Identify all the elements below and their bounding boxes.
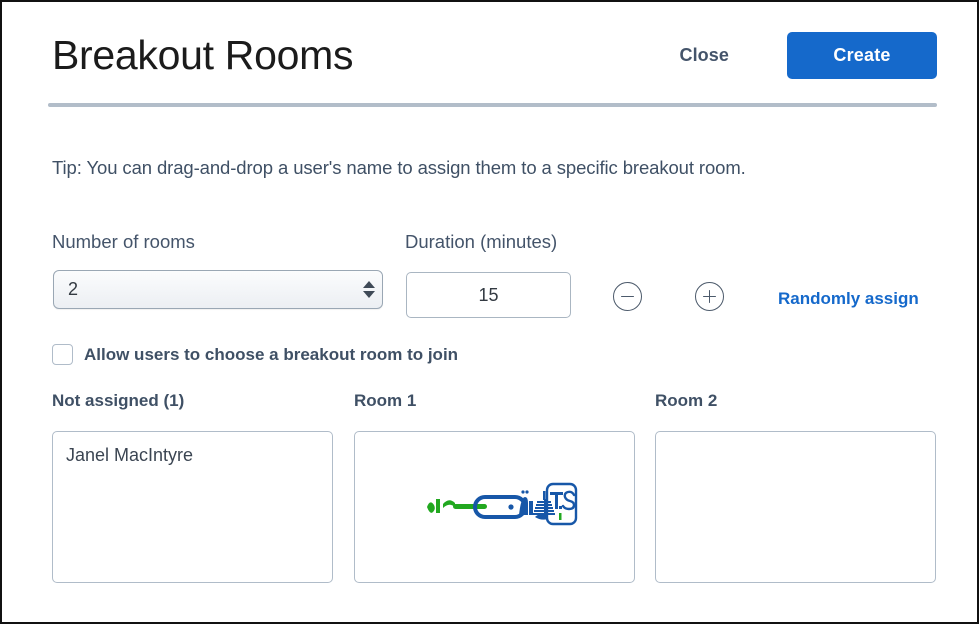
column-heading-room-1: Room 1 — [354, 391, 416, 411]
duration-label: Duration (minutes) — [405, 231, 557, 253]
participant-item[interactable]: Janel MacIntyre — [53, 432, 332, 466]
minus-icon — [621, 296, 634, 298]
room-2-dropzone[interactable] — [655, 431, 936, 583]
column-heading-room-2: Room 2 — [655, 391, 717, 411]
dialog-header: Breakout Rooms Close Create — [52, 24, 937, 86]
chevron-down-icon — [363, 291, 375, 298]
page-title: Breakout Rooms — [52, 35, 353, 76]
randomly-assign-button[interactable]: Randomly assign — [778, 289, 919, 309]
not-assigned-dropzone[interactable]: Janel MacIntyre — [52, 431, 333, 583]
duration-decrement-button[interactable] — [613, 282, 642, 311]
dialog-body: Breakout Rooms Close Create Tip: You can… — [2, 2, 977, 622]
allow-choose-room-row[interactable]: Allow users to choose a breakout room to… — [52, 344, 458, 365]
create-button[interactable]: Create — [787, 32, 937, 79]
close-button[interactable]: Close — [675, 39, 733, 72]
column-heading-not-assigned: Not assigned (1) — [52, 391, 184, 411]
allow-choose-room-label: Allow users to choose a breakout room to… — [84, 345, 458, 365]
header-divider — [48, 103, 937, 107]
duration-increment-button[interactable] — [695, 282, 724, 311]
number-of-rooms-value: 2 — [54, 279, 356, 300]
allow-choose-room-checkbox[interactable] — [52, 344, 73, 365]
header-actions: Close Create — [675, 32, 937, 79]
number-of-rooms-label: Number of rooms — [52, 231, 195, 253]
breakout-rooms-dialog: Breakout Rooms Close Create Tip: You can… — [0, 0, 979, 624]
duration-input[interactable] — [406, 272, 571, 318]
chevron-up-icon — [363, 281, 375, 288]
number-of-rooms-select[interactable]: 2 — [53, 270, 383, 309]
room-1-dropzone[interactable] — [354, 431, 635, 583]
stepper-arrows-icon[interactable] — [356, 271, 382, 308]
tip-text: Tip: You can drag-and-drop a user's name… — [52, 157, 746, 179]
